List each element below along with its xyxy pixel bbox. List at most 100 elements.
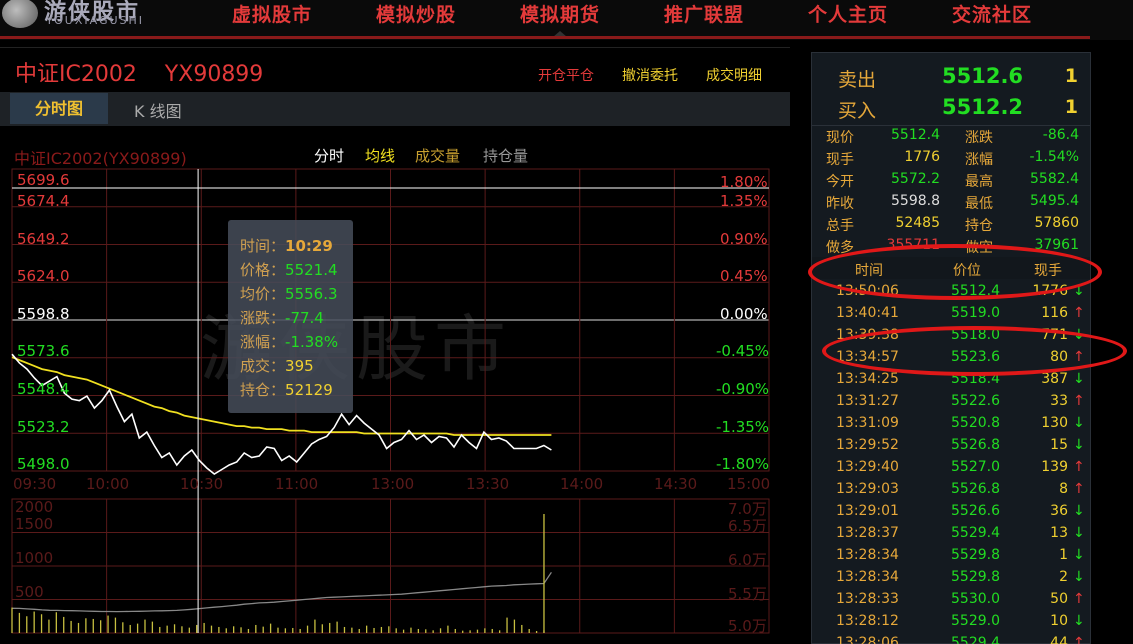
open-interest-line xyxy=(11,571,552,613)
trade-time: 13:28:34 xyxy=(836,547,899,563)
trade-volume: 36 xyxy=(1050,503,1068,519)
trade-time: 13:31:27 xyxy=(836,393,899,409)
quote-key: 现手 xyxy=(826,152,854,168)
tooltip-row-volume: 成交：395 xyxy=(240,357,314,375)
tooltip-value: 52129 xyxy=(285,381,333,399)
trade-price: 5520.8 xyxy=(951,415,1000,431)
trade-volume: 13 xyxy=(1050,525,1068,541)
tooltip-row-price: 价格：5521.4 xyxy=(240,261,338,279)
quote-key: 最高 xyxy=(965,174,993,190)
tooltip-key: 持仓 xyxy=(240,381,271,399)
quote-value: 5598.8 xyxy=(891,193,940,209)
trade-time: 13:28:06 xyxy=(836,635,899,644)
quote-value: 57860 xyxy=(1034,215,1079,231)
trade-row: 13:28:37 5529.4 13 ↓ xyxy=(812,525,1090,545)
trade-price: 5526.8 xyxy=(951,481,1000,497)
intraday-chart[interactable] xyxy=(0,0,790,644)
volume-tick-label: 2000 xyxy=(15,498,54,516)
quote-value: 52485 xyxy=(895,215,940,231)
time-tick-label: 13:00 xyxy=(371,475,415,493)
up-arrow-icon: ↑ xyxy=(1073,459,1085,475)
quote-value: 5512.4 xyxy=(891,127,940,143)
pct-tick-label: 1.35% xyxy=(720,192,768,210)
trade-volume: 130 xyxy=(1041,415,1068,431)
tooltip-key: 成交 xyxy=(240,357,271,375)
pct-tick-label: -0.90% xyxy=(716,380,770,398)
trade-price: 5529.8 xyxy=(951,569,1000,585)
down-arrow-icon: ↓ xyxy=(1073,547,1085,563)
trade-volume: 139 xyxy=(1041,459,1068,475)
price-tick-label: 5699.6 xyxy=(17,171,70,189)
trade-row: 13:31:09 5520.8 130 ↓ xyxy=(812,415,1090,435)
tooltip-value: 395 xyxy=(285,357,314,375)
trade-time: 13:40:41 xyxy=(836,305,899,321)
trade-time: 13:29:01 xyxy=(836,503,899,519)
tooltip-key: 涨跌 xyxy=(240,309,271,327)
tooltip-key: 均价 xyxy=(240,285,271,303)
trade-volume: 15 xyxy=(1050,437,1068,453)
trade-time: 13:28:33 xyxy=(836,591,899,607)
time-tick-label: 13:30 xyxy=(466,475,510,493)
tooltip-value: -1.38% xyxy=(285,333,339,351)
trade-price: 5530.0 xyxy=(951,591,1000,607)
volume-tick-label: 1000 xyxy=(15,549,54,567)
pct-tick-label: -1.80% xyxy=(716,455,770,473)
trade-volume: 1 xyxy=(1059,547,1068,563)
trade-row: 13:29:52 5526.8 15 ↓ xyxy=(812,437,1090,457)
trade-time: 13:28:34 xyxy=(836,569,899,585)
up-arrow-icon: ↑ xyxy=(1073,393,1085,409)
up-arrow-icon: ↑ xyxy=(1073,305,1085,321)
trade-row: 13:29:03 5526.8 8 ↑ xyxy=(812,481,1090,501)
trade-time: 13:28:37 xyxy=(836,525,899,541)
trade-row: 13:28:33 5530.0 50 ↑ xyxy=(812,591,1090,611)
nav-item-profile[interactable]: 个人主页 xyxy=(808,0,888,27)
time-tick-label: 15:00 xyxy=(727,475,771,493)
trade-price: 5519.0 xyxy=(951,305,1000,321)
trade-row: 13:28:34 5529.8 1 ↓ xyxy=(812,547,1090,567)
pct-tick-label: 0.90% xyxy=(720,230,768,248)
trade-price: 5526.8 xyxy=(951,437,1000,453)
trade-row: 13:40:41 5519.0 116 ↑ xyxy=(812,305,1090,325)
down-arrow-icon: ↓ xyxy=(1073,613,1085,629)
quote-value: 5582.4 xyxy=(1030,171,1079,187)
trade-row: 13:28:34 5529.8 2 ↓ xyxy=(812,569,1090,589)
tooltip-row-oi: 持仓：52129 xyxy=(240,381,333,399)
oi-tick-label: 6.5万 xyxy=(728,517,767,535)
quote-value: 5495.4 xyxy=(1030,193,1079,209)
quote-key: 持仓 xyxy=(965,218,993,234)
trade-price: 5529.8 xyxy=(951,547,1000,563)
tooltip-key: 涨幅 xyxy=(240,333,271,351)
trade-time: 13:29:52 xyxy=(836,437,899,453)
quote-key: 今开 xyxy=(826,174,854,190)
price-tick-label: 5523.2 xyxy=(17,418,70,436)
trade-volume: 8 xyxy=(1059,481,1068,497)
trade-price: 5529.0 xyxy=(951,613,1000,629)
tooltip-row-time: 时间：10:29 xyxy=(240,237,333,255)
trade-price: 5522.6 xyxy=(951,393,1000,409)
down-arrow-icon: ↓ xyxy=(1073,415,1085,431)
price-tick-label: 5548.4 xyxy=(17,380,70,398)
bid-price: 5512.2 xyxy=(942,95,1024,119)
crosshair-tooltip: 时间：10:29 价格：5521.4 均价：5556.3 涨跌：-77.4 涨幅… xyxy=(228,220,353,413)
quote-key: 涨跌 xyxy=(965,130,993,146)
pct-tick-label: 0.45% xyxy=(720,267,768,285)
down-arrow-icon: ↓ xyxy=(1073,525,1085,541)
trade-time: 13:34:25 xyxy=(836,371,899,387)
down-arrow-icon: ↓ xyxy=(1073,437,1085,453)
time-tick-label: 09:30 xyxy=(13,475,57,493)
tooltip-row-pct: 涨幅：-1.38% xyxy=(240,333,339,351)
trade-volume: 33 xyxy=(1050,393,1068,409)
quote-key: 总手 xyxy=(826,218,854,234)
open-interest-series xyxy=(11,571,552,613)
trade-volume: 44 xyxy=(1050,635,1068,644)
bid-qty: 1 xyxy=(1064,96,1078,118)
time-tick-label: 10:30 xyxy=(180,475,224,493)
nav-item-community[interactable]: 交流社区 xyxy=(952,0,1032,27)
up-arrow-icon: ↑ xyxy=(1073,591,1085,607)
tooltip-value: -77.4 xyxy=(285,309,324,327)
quote-key: 昨收 xyxy=(826,196,854,212)
pct-tick-label: 0.00% xyxy=(720,305,768,323)
trade-row: 13:28:06 5529.4 44 ↑ xyxy=(812,635,1090,644)
trade-time: 13:29:03 xyxy=(836,481,899,497)
trade-time: 13:28:12 xyxy=(836,613,899,629)
